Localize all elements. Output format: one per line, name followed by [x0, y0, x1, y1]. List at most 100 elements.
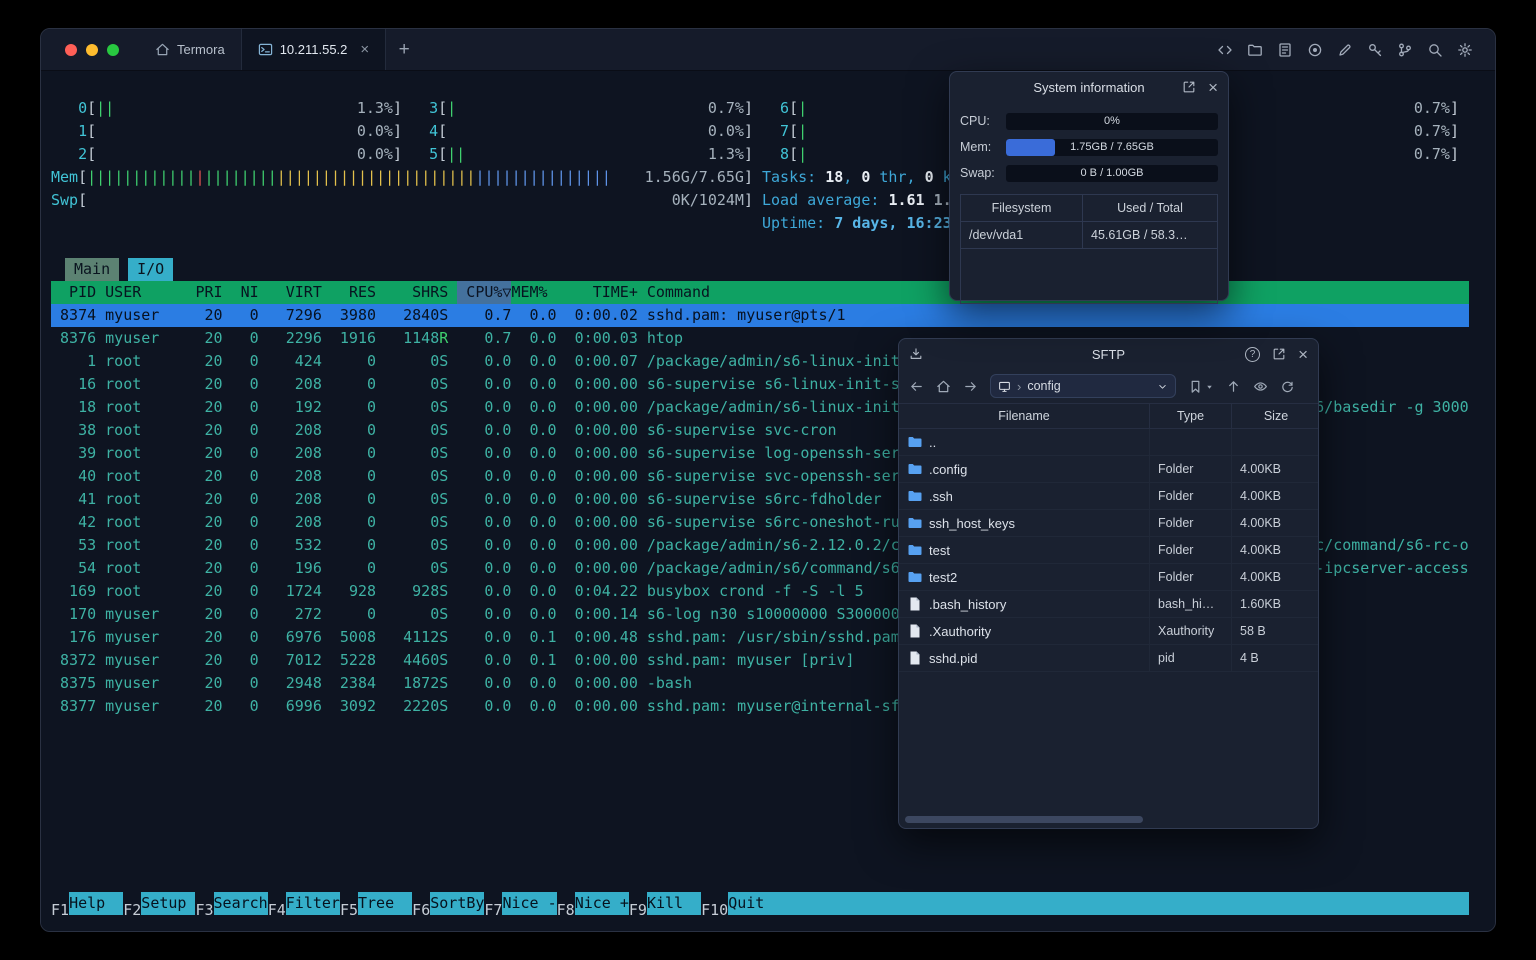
sftp-row[interactable]: .bash_history bash_hi… 1.60KB: [899, 591, 1318, 618]
download-icon[interactable]: [909, 347, 923, 361]
terminal-icon: [258, 42, 273, 57]
cpu-meter-5: 5[|| 1.3%]: [429, 145, 753, 163]
tab-termora-home[interactable]: Termora: [139, 29, 241, 70]
type-column-header[interactable]: Type: [1150, 404, 1232, 428]
column-header-cpu[interactable]: CPU%▽: [457, 281, 512, 304]
zoom-window-button[interactable]: [107, 43, 119, 56]
scrollbar-thumb[interactable]: [905, 816, 1143, 823]
column-header-s[interactable]: S: [439, 281, 457, 304]
filename-column-header[interactable]: Filename: [899, 404, 1150, 428]
home-icon[interactable]: [936, 379, 951, 394]
fnkey-F9[interactable]: F9Kill: [629, 892, 702, 919]
titlebar: Termora 10.211.55.2 × +: [41, 29, 1495, 71]
sftp-row[interactable]: ..: [899, 429, 1318, 456]
swap-progress-bar: 0 B / 1.00GB: [1006, 164, 1218, 182]
fnkey-F7[interactable]: F7Nice -: [484, 892, 557, 919]
system-information-panel: System information × CPU: 0% Mem: 1.75GB…: [949, 71, 1229, 304]
upload-icon[interactable]: [1226, 379, 1241, 394]
bookmark-button[interactable]: [1188, 379, 1214, 394]
path-breadcrumb[interactable]: › config: [990, 374, 1176, 398]
open-in-window-icon[interactable]: [1272, 347, 1286, 361]
used-total-column-header: Used / Total: [1117, 201, 1183, 215]
file-list-icon[interactable]: [1277, 42, 1293, 58]
open-in-window-icon[interactable]: [1182, 80, 1196, 94]
folder-icon: [908, 437, 922, 447]
window-toolbar: [1217, 29, 1495, 70]
record-icon[interactable]: [1307, 42, 1323, 58]
fnkey-F2[interactable]: F2Setup: [123, 892, 196, 919]
cpu-meter-4: 4[0.0%]: [429, 122, 753, 140]
tab-ssh-session[interactable]: 10.211.55.2 ×: [240, 29, 387, 70]
filesystem-column-header: Filesystem: [961, 195, 1083, 221]
folder-icon: [908, 572, 922, 582]
cpu-meter-0: 0[|| 1.3%]: [78, 99, 402, 117]
fnkey-F5[interactable]: F5Tree: [340, 892, 413, 919]
htop-screen-tabs: Main I/O: [65, 258, 1495, 281]
new-tab-button[interactable]: +: [386, 29, 422, 70]
cpu-memory-meters-left: 0[|| 1.3%] 3[| 0.7%] 1[0.0%] 4[0.0%] 2[0.0%] 5[…: [51, 97, 753, 235]
file-icon: [910, 651, 920, 665]
code-icon[interactable]: [1217, 42, 1233, 58]
close-tab-icon[interactable]: ×: [360, 42, 369, 57]
key-icon[interactable]: [1367, 42, 1383, 58]
column-header-time[interactable]: TIME+: [557, 281, 638, 304]
fnkey-F3[interactable]: F3Search: [195, 892, 268, 919]
sftp-title: SFTP: [1091, 346, 1126, 362]
fnkey-F6[interactable]: F6SortBy: [412, 892, 485, 919]
close-icon[interactable]: ×: [1208, 79, 1218, 96]
app-window: Termora 10.211.55.2 × + 0[|| 1.3%] 3[| 0.7%…: [40, 28, 1496, 932]
process-row[interactable]: 8374 myuser 20 0 7296 3980 2840 S 0.7 0.0 0:00.02 s…: [51, 304, 1469, 327]
fnkey-F1[interactable]: F1Help: [51, 892, 124, 919]
column-header-ni[interactable]: NI: [223, 281, 259, 304]
help-icon[interactable]: ?: [1245, 346, 1261, 362]
settings-icon[interactable]: [1457, 42, 1473, 58]
back-icon[interactable]: [909, 379, 924, 394]
fnkey-F4[interactable]: F4Filter: [268, 892, 340, 919]
sftp-titlebar: SFTP ? ×: [899, 339, 1318, 369]
column-header-user[interactable]: USER: [96, 281, 186, 304]
chevron-down-icon[interactable]: [1157, 381, 1168, 392]
column-header-pri[interactable]: PRI: [186, 281, 222, 304]
column-header-pid[interactable]: PID: [51, 281, 96, 304]
close-icon[interactable]: ×: [1298, 346, 1308, 363]
horizontal-scrollbar[interactable]: [903, 816, 1314, 824]
folder-icon[interactable]: [1247, 42, 1263, 58]
sftp-row[interactable]: .ssh Folder 4.00KB: [899, 483, 1318, 510]
current-directory: config: [1027, 379, 1061, 393]
file-icon: [910, 597, 920, 611]
branch-icon[interactable]: [1397, 42, 1413, 58]
column-header-mem[interactable]: MEM%: [511, 281, 556, 304]
sftp-row[interactable]: .Xauthority Xauthority 58 B: [899, 618, 1318, 645]
process-table-header[interactable]: PID USER PRI NI VIRT RES SHR S CPU%▽ MEM% TIME+ Com…: [51, 281, 1469, 304]
show-hidden-eye-icon[interactable]: [1253, 379, 1268, 394]
search-icon[interactable]: [1427, 42, 1443, 58]
pen-icon[interactable]: [1337, 42, 1353, 58]
filesystem-row[interactable]: /dev/vda1 45.61GB / 58.3…: [961, 222, 1217, 249]
traffic-lights: [41, 29, 139, 70]
sftp-row[interactable]: test2 Folder 4.00KB: [899, 564, 1318, 591]
close-window-button[interactable]: [65, 43, 77, 56]
screen-tab-main[interactable]: Main: [65, 258, 120, 281]
screen-tab-i-o[interactable]: I/O: [128, 258, 174, 281]
sftp-toolbar: › config: [899, 369, 1318, 403]
sftp-table-header[interactable]: Filename Type Size: [899, 403, 1318, 429]
sftp-row[interactable]: .config Folder 4.00KB: [899, 456, 1318, 483]
minimize-window-button[interactable]: [86, 43, 98, 56]
size-column-header[interactable]: Size: [1232, 404, 1320, 428]
fnkey-F10[interactable]: F10Quit: [701, 892, 783, 919]
filesystem-table-header: Filesystem Used / Total: [961, 195, 1217, 222]
sftp-row[interactable]: ssh_host_keys Folder 4.00KB: [899, 510, 1318, 537]
refresh-icon[interactable]: [1280, 379, 1295, 394]
forward-icon[interactable]: [963, 379, 978, 394]
swap-label: Swap:: [960, 166, 995, 180]
swap-meter: Swp[0K/1024M]: [51, 191, 753, 209]
column-header-res[interactable]: RES: [322, 281, 376, 304]
sftp-row[interactable]: test Folder 4.00KB: [899, 537, 1318, 564]
fnkey-F8[interactable]: F8Nice +: [557, 892, 629, 919]
breadcrumb-separator: ›: [1017, 378, 1022, 394]
computer-icon: [998, 380, 1011, 393]
column-header-shr[interactable]: SHR: [376, 281, 439, 304]
sftp-row[interactable]: sshd.pid pid 4 B: [899, 645, 1318, 672]
folder-icon: [908, 518, 922, 528]
column-header-virt[interactable]: VIRT: [259, 281, 322, 304]
